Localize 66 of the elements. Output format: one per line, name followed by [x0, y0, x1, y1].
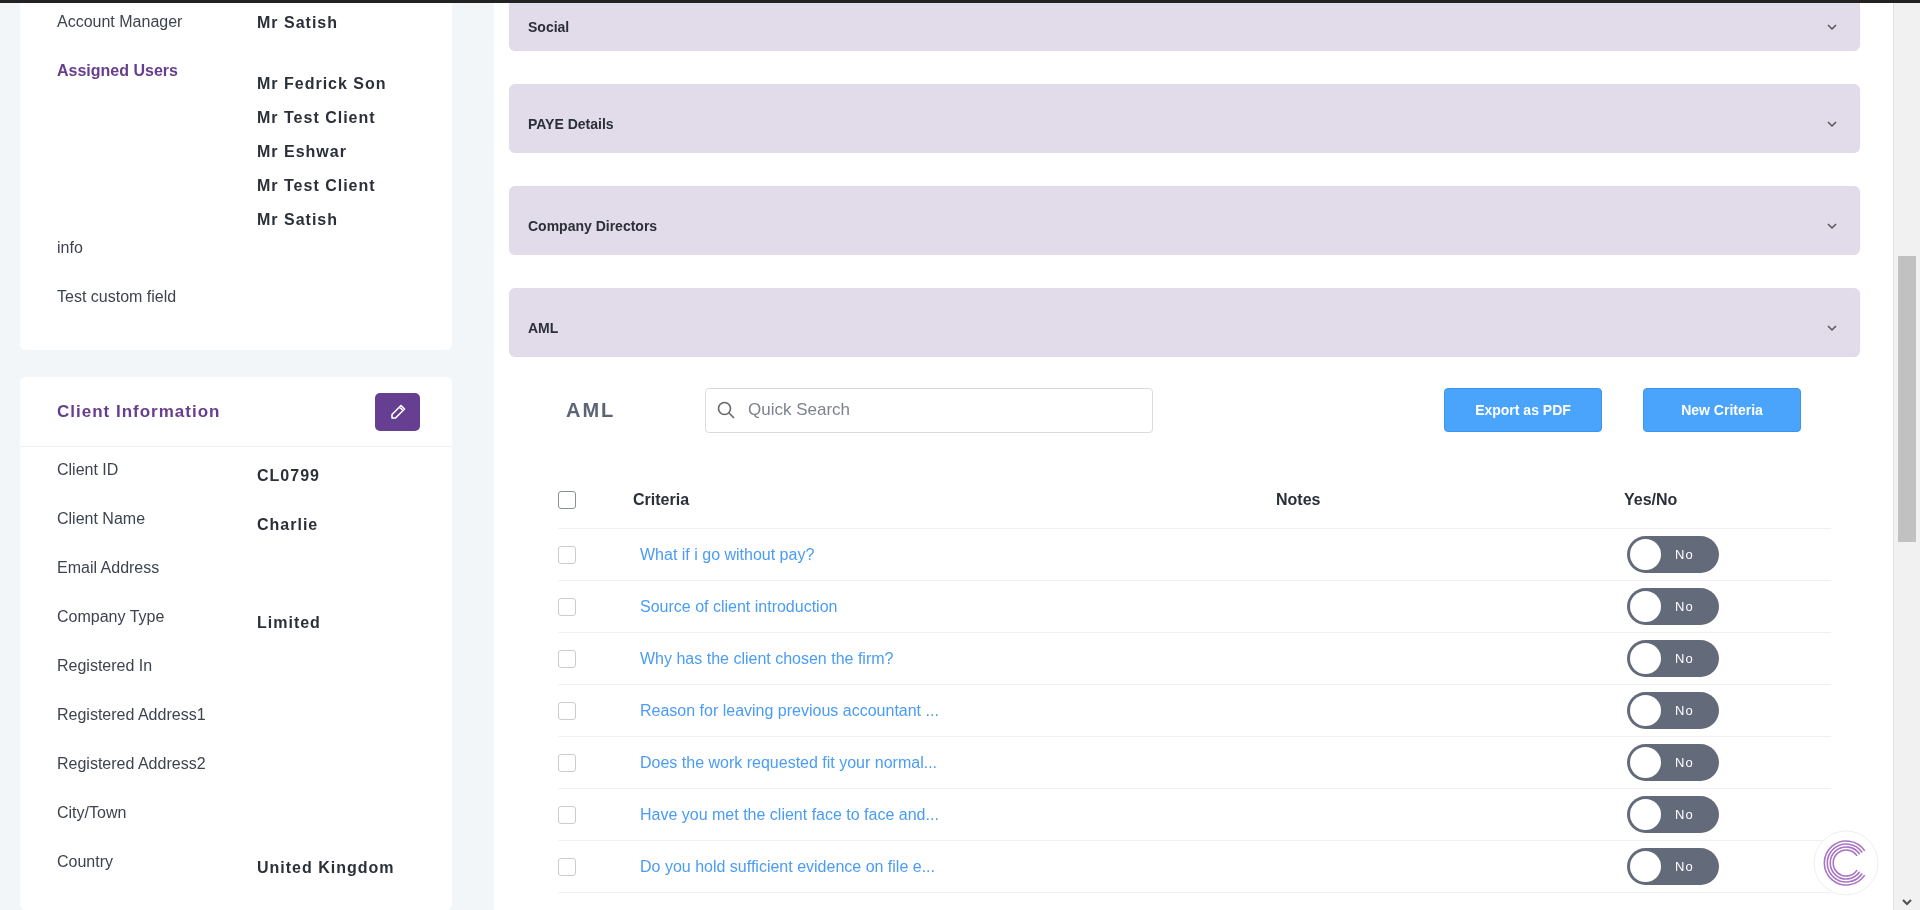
field-label: Account Manager — [57, 12, 184, 32]
accordion-header[interactable]: Company Directors — [509, 186, 1860, 255]
column-header: Notes — [1276, 491, 1322, 509]
chevron-down-icon — [1826, 119, 1838, 128]
scrollbar-track[interactable] — [1893, 3, 1920, 910]
chevron-down-icon — [1826, 23, 1838, 31]
accordion-header[interactable]: AML — [509, 288, 1860, 357]
section-title: Client Information — [57, 402, 221, 422]
column-header: Yes/No — [1624, 491, 1679, 509]
field-value: Mr Fedrick Son — [257, 74, 388, 94]
pencil-icon — [388, 403, 407, 421]
yes-no-toggle[interactable]: No — [1627, 588, 1719, 625]
field-value: Charlie — [257, 515, 320, 535]
chat-logo-icon[interactable] — [1813, 830, 1879, 896]
field-label: Company Type — [57, 607, 166, 627]
field-label: Registered In — [57, 656, 154, 676]
field-value: Mr Test Client — [257, 176, 377, 196]
field-value: Limited — [257, 613, 322, 633]
yes-no-toggle[interactable]: No — [1627, 744, 1719, 781]
field-label: info — [57, 238, 84, 258]
yes-no-toggle[interactable]: No — [1627, 536, 1719, 573]
row-checkbox[interactable] — [558, 805, 576, 824]
field-label: Client ID — [57, 460, 120, 480]
edit-button[interactable] — [375, 393, 420, 431]
row-checkbox[interactable] — [558, 701, 576, 720]
yes-no-toggle[interactable]: No — [1627, 692, 1719, 729]
field-value: United Kingdom — [257, 858, 396, 878]
field-label: Client Name — [57, 509, 147, 529]
row-checkbox[interactable] — [558, 753, 576, 772]
criteria-link[interactable]: Source of client introduction — [633, 597, 1276, 616]
field-value: Mr Eshwar — [257, 142, 348, 162]
field-label: Email Address — [57, 558, 161, 578]
field-value: CL0799 — [257, 466, 321, 486]
criteria-link[interactable]: Why has the client chosen the firm? — [633, 649, 1276, 668]
chevron-down-icon — [1826, 323, 1838, 332]
criteria-link[interactable]: Do you hold sufficient evidence on file e... — [633, 857, 1276, 876]
field-label: City/Town — [57, 803, 128, 823]
field-label: Test custom field — [57, 287, 178, 307]
section-title: AML — [566, 398, 617, 422]
field-value: Mr Satish — [257, 210, 339, 230]
criteria-link[interactable]: Does the work requested fit your normal... — [633, 753, 1276, 772]
chevron-down-icon — [1826, 221, 1838, 230]
field-label: Registered Address1 — [57, 705, 207, 725]
criteria-link[interactable]: Have you met the client face to face and... — [633, 805, 1276, 824]
select-all-checkbox[interactable] — [558, 491, 576, 509]
scroll-down-icon[interactable] — [1902, 898, 1912, 906]
field-label: Registered Address2 — [57, 754, 207, 774]
yes-no-toggle[interactable]: No — [1627, 640, 1719, 677]
criteria-link[interactable]: What if i go without pay? — [633, 545, 1276, 564]
row-checkbox[interactable] — [558, 545, 576, 564]
field-label: Assigned Users — [57, 61, 179, 81]
row-checkbox[interactable] — [558, 857, 576, 876]
accordion-header[interactable]: PAYE Details — [509, 84, 1860, 153]
accordion-header[interactable]: Social — [509, 3, 1860, 51]
criteria-link[interactable]: Reason for leaving previous accountant ... — [633, 701, 1276, 720]
scrollbar-thumb[interactable] — [1898, 256, 1916, 542]
field-value: Mr Test Client — [257, 108, 377, 128]
row-checkbox[interactable] — [558, 597, 576, 616]
yes-no-toggle[interactable]: No — [1627, 796, 1719, 833]
column-header: Criteria — [633, 491, 691, 509]
field-label: Country — [57, 852, 115, 872]
field-value: Mr Satish — [257, 13, 339, 33]
row-checkbox[interactable] — [558, 649, 576, 668]
search-icon — [716, 399, 736, 420]
search-field[interactable]: Quick Search — [705, 387, 1153, 433]
yes-no-toggle[interactable]: No — [1627, 848, 1719, 885]
